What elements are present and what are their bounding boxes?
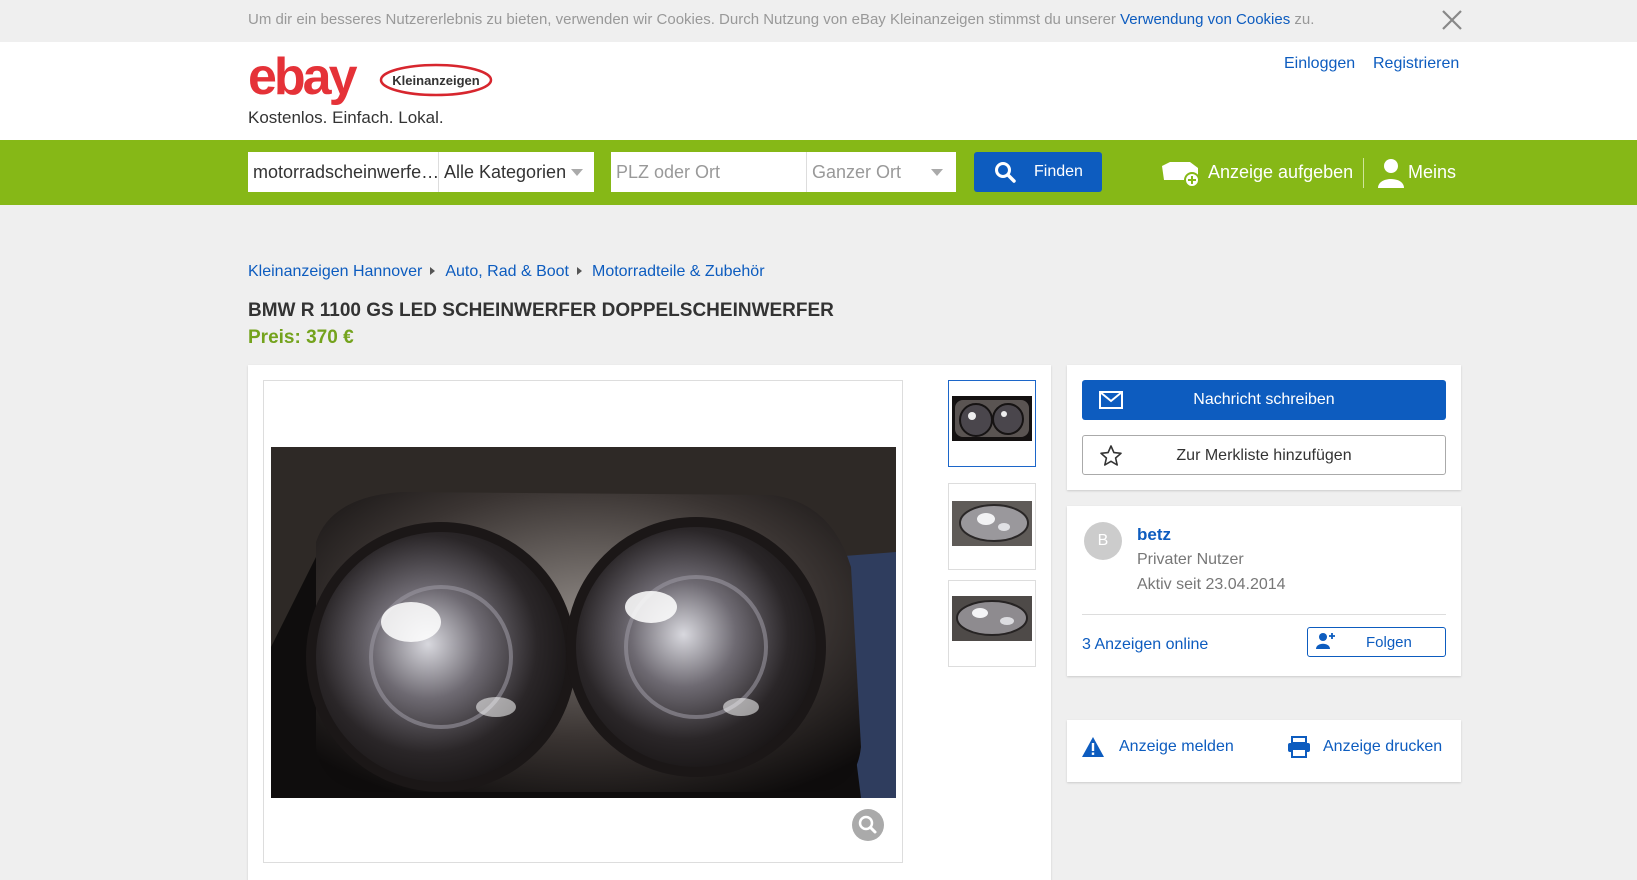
breadcrumb-item[interactable]: Kleinanzeigen Hannover (248, 263, 422, 280)
follow-label: Folgen (1366, 634, 1412, 651)
breadcrumb-separator-icon (430, 267, 436, 276)
contact-card: Nachricht schreiben Zur Merkliste hinzuf… (1067, 365, 1461, 490)
my-account-label: Meins (1408, 162, 1457, 182)
message-button[interactable]: Nachricht schreiben (1082, 380, 1446, 420)
cookie-banner: Um dir ein besseres Nutzererlebnis zu bi… (0, 0, 1637, 42)
main-image[interactable] (271, 447, 896, 798)
magnifier-icon (858, 815, 877, 834)
warning-icon (1082, 737, 1104, 757)
cookie-policy-link[interactable]: Verwendung von Cookies (1120, 11, 1290, 28)
chevron-down-icon (931, 169, 943, 176)
seller-type: Privater Nutzer (1137, 551, 1244, 568)
zoom-button[interactable] (852, 809, 884, 841)
post-ad-label: Anzeige aufgeben (1208, 162, 1354, 182)
message-label: Nachricht schreiben (1193, 391, 1335, 408)
category-value: Alle Kategorien (444, 162, 567, 182)
user-icon (1378, 159, 1404, 188)
divider (1082, 614, 1446, 615)
user-plus-icon (1316, 633, 1335, 649)
ebay-kleinanzeigen-logo[interactable]: ebay Kleinanzeigen (248, 50, 498, 106)
report-button[interactable]: Anzeige melden (1081, 736, 1251, 764)
close-icon[interactable] (1440, 8, 1464, 32)
seller-name[interactable]: betz (1137, 525, 1171, 545)
find-button[interactable]: Finden (974, 152, 1102, 192)
location-input[interactable]: PLZ oder Ort (611, 152, 806, 192)
seller-ads-link[interactable]: 3 Anzeigen online (1082, 636, 1208, 654)
thumbnail-image (952, 596, 1032, 641)
site-header: ebay Kleinanzeigen Kostenlos. Einfach. L… (0, 42, 1637, 140)
thumbnail[interactable] (948, 483, 1036, 570)
login-link[interactable]: Einloggen (1284, 55, 1355, 73)
search-input[interactable]: motorradscheinwerfe… (248, 152, 438, 192)
register-link[interactable]: Registrieren (1373, 55, 1459, 73)
listing-price: Preis: 370 € (248, 327, 354, 348)
actions-card: Anzeige melden Anzeige drucken (1067, 720, 1461, 782)
watchlist-label: Zur Merkliste hinzufügen (1176, 447, 1352, 464)
thumbnail[interactable] (948, 380, 1036, 467)
follow-button[interactable]: Folgen (1307, 627, 1446, 657)
breadcrumb-item[interactable]: Auto, Rad & Boot (445, 263, 569, 280)
tagline: Kostenlos. Einfach. Lokal. (248, 108, 444, 127)
breadcrumb-separator-icon (576, 267, 582, 276)
cookie-message: Um dir ein besseres Nutzererlebnis zu bi… (248, 11, 1121, 28)
thumbnail[interactable] (948, 580, 1036, 667)
radius-select[interactable]: Ganzer Ort (806, 152, 956, 192)
main-image-frame[interactable] (263, 380, 903, 863)
divider (1363, 158, 1364, 188)
cookie-suffix: zu. (1290, 11, 1315, 28)
gallery (248, 365, 1051, 880)
search-icon (995, 162, 1016, 183)
category-select[interactable]: Alle Kategorien (438, 152, 594, 192)
printer-icon (1288, 736, 1310, 758)
print-label: Anzeige drucken (1323, 738, 1443, 755)
search-bar: motorradscheinwerfe… Alle Kategorien PLZ… (0, 140, 1637, 205)
logo-badge: Kleinanzeigen (392, 73, 479, 88)
breadcrumb-item[interactable]: Motorradteile & Zubehör (592, 263, 765, 280)
chevron-down-icon (571, 169, 583, 176)
watchlist-button[interactable]: Zur Merkliste hinzufügen (1082, 435, 1446, 475)
thumbnail-image (952, 501, 1032, 546)
print-button[interactable]: Anzeige drucken (1287, 736, 1452, 764)
listing-title: BMW R 1100 GS LED SCHEINWERFER DOPPELSCH… (248, 300, 834, 321)
avatar: B (1084, 522, 1122, 560)
logo-wordmark: ebay (248, 50, 358, 106)
camera-plus-icon (1162, 162, 1200, 188)
seller-active-since: Aktiv seit 23.04.2014 (1137, 576, 1286, 593)
seller-card: B betz Privater Nutzer Aktiv seit 23.04.… (1067, 506, 1461, 676)
report-label: Anzeige melden (1119, 738, 1234, 755)
find-label: Finden (1034, 163, 1083, 180)
radius-value: Ganzer Ort (812, 162, 902, 182)
thumbnail-image (952, 396, 1032, 441)
breadcrumb: Kleinanzeigen Hannover Auto, Rad & Boot Mo… (248, 263, 765, 281)
cookie-text: Um dir ein besseres Nutzererlebnis zu bi… (248, 11, 1314, 28)
